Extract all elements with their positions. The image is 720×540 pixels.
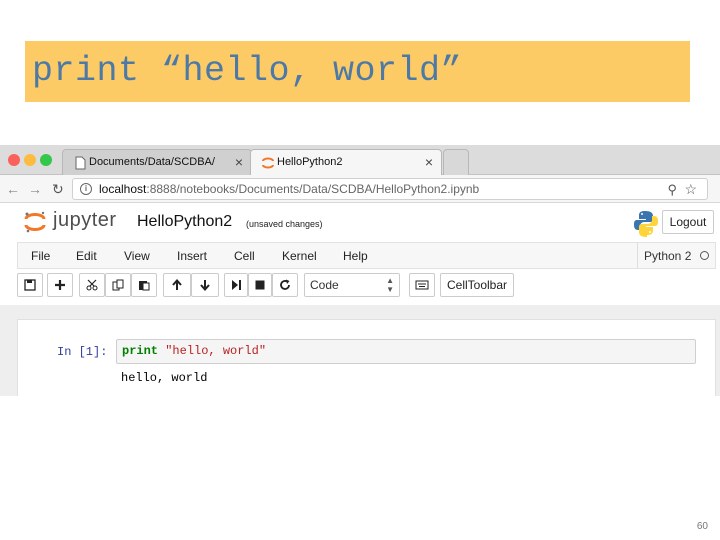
cut-button[interactable] bbox=[79, 273, 105, 297]
forward-arrow-icon[interactable]: → bbox=[28, 181, 42, 197]
input-prompt: In [1]: bbox=[57, 345, 108, 359]
copy-icon bbox=[112, 279, 124, 291]
logout-button[interactable]: Logout bbox=[662, 210, 714, 234]
jupyter-header: jupyter HelloPython2 (unsaved changes) L… bbox=[0, 203, 720, 241]
kernel-name: Python 2 bbox=[644, 249, 692, 263]
notebook-title[interactable]: HelloPython2 bbox=[137, 213, 232, 231]
tab-strip: Documents/Data/SCDBA/ × HelloPython2 × bbox=[0, 145, 720, 175]
chevron-updown-icon: ▲ ▼ bbox=[386, 276, 394, 294]
menu-edit[interactable]: Edit bbox=[76, 249, 97, 263]
slide: print “hello, world” Documents/Data/SCDB… bbox=[0, 0, 720, 540]
url-text: localhost:8888/notebooks/Documents/Data/… bbox=[99, 182, 479, 196]
reload-icon[interactable]: ↻ bbox=[52, 181, 64, 198]
save-button[interactable] bbox=[17, 273, 43, 297]
cell-output: hello, world bbox=[121, 371, 208, 385]
close-tab-icon[interactable]: × bbox=[425, 154, 433, 170]
paste-button[interactable] bbox=[131, 273, 157, 297]
run-icon bbox=[232, 280, 241, 290]
move-up-button[interactable] bbox=[163, 273, 191, 297]
move-up-icon bbox=[172, 278, 182, 290]
move-down-button[interactable] bbox=[191, 273, 219, 297]
celltoolbar-button[interactable]: CellToolbar bbox=[440, 273, 514, 297]
save-icon bbox=[24, 279, 36, 291]
bookmark-star-icon[interactable]: ☆ bbox=[684, 181, 697, 198]
tab-label: Documents/Data/SCDBA/ bbox=[89, 156, 215, 168]
tab-label: HelloPython2 bbox=[277, 156, 343, 168]
url-field[interactable]: i localhost:8888/notebooks/Documents/Dat… bbox=[72, 178, 708, 200]
jupyter-brand[interactable]: jupyter bbox=[53, 209, 117, 232]
url-path: :8888/notebooks/Documents/Data/SCDBA/Hel… bbox=[146, 182, 480, 196]
minimize-window-button[interactable] bbox=[24, 154, 36, 166]
code-string: "hello, world" bbox=[165, 344, 267, 358]
keyboard-icon bbox=[415, 280, 429, 290]
code-keyword: print bbox=[122, 344, 159, 358]
maximize-window-button[interactable] bbox=[40, 154, 52, 166]
jupyter-tab-icon bbox=[262, 157, 274, 169]
add-cell-button[interactable] bbox=[47, 273, 73, 297]
slide-title-box: print “hello, world” bbox=[25, 41, 690, 102]
folder-page-icon bbox=[75, 156, 86, 170]
restart-button[interactable] bbox=[272, 273, 298, 297]
menu-kernel[interactable]: Kernel bbox=[282, 249, 317, 263]
code-cell-input[interactable]: print "hello, world" bbox=[116, 339, 696, 364]
stop-button[interactable] bbox=[248, 273, 272, 297]
menu-insert[interactable]: Insert bbox=[177, 249, 207, 263]
jupyter-logo-icon bbox=[24, 211, 46, 233]
menubar: File Edit View Insert Cell Kernel Help P… bbox=[17, 242, 716, 269]
cell-type-value: Code bbox=[310, 278, 339, 292]
save-status: (unsaved changes) bbox=[246, 219, 323, 229]
code-text: print "hello, world" bbox=[122, 344, 266, 358]
kernel-indicator[interactable]: Python 2 bbox=[637, 243, 715, 268]
menu-view[interactable]: View bbox=[124, 249, 150, 263]
browser-screenshot: Documents/Data/SCDBA/ × HelloPython2 × ←… bbox=[0, 145, 720, 396]
new-tab-button[interactable] bbox=[443, 149, 469, 175]
add-cell-icon bbox=[55, 280, 65, 290]
command-palette-button[interactable] bbox=[409, 273, 435, 297]
python-logo-icon bbox=[634, 211, 658, 237]
address-bar-row: ← → ↻ i localhost:8888/notebooks/Documen… bbox=[0, 175, 720, 224]
tab-hellopython2[interactable]: HelloPython2 × bbox=[250, 149, 442, 175]
stop-icon bbox=[255, 280, 265, 290]
zoom-icon[interactable]: ⚲ bbox=[667, 182, 677, 198]
tab-documents[interactable]: Documents/Data/SCDBA/ × bbox=[62, 149, 252, 175]
close-tab-icon[interactable]: × bbox=[235, 154, 243, 170]
run-button[interactable] bbox=[224, 273, 248, 297]
copy-button[interactable] bbox=[105, 273, 131, 297]
page-number: 60 bbox=[696, 521, 708, 532]
menu-help[interactable]: Help bbox=[343, 249, 368, 263]
move-down-icon bbox=[200, 280, 210, 292]
close-window-button[interactable] bbox=[8, 154, 20, 166]
paste-icon bbox=[139, 281, 150, 291]
info-icon[interactable]: i bbox=[80, 183, 92, 195]
url-host: localhost bbox=[99, 182, 147, 196]
menu-cell[interactable]: Cell bbox=[234, 249, 255, 263]
notebook-toolbar: Code ▲ ▼ CellToolbar bbox=[17, 273, 716, 299]
restart-icon bbox=[280, 279, 290, 290]
kernel-idle-icon bbox=[700, 251, 709, 260]
slide-title: print “hello, world” bbox=[32, 51, 463, 91]
menu-file[interactable]: File bbox=[31, 249, 50, 263]
cell-type-select[interactable]: Code ▲ ▼ bbox=[304, 273, 400, 297]
cut-icon bbox=[86, 279, 98, 291]
back-arrow-icon[interactable]: ← bbox=[6, 181, 20, 197]
